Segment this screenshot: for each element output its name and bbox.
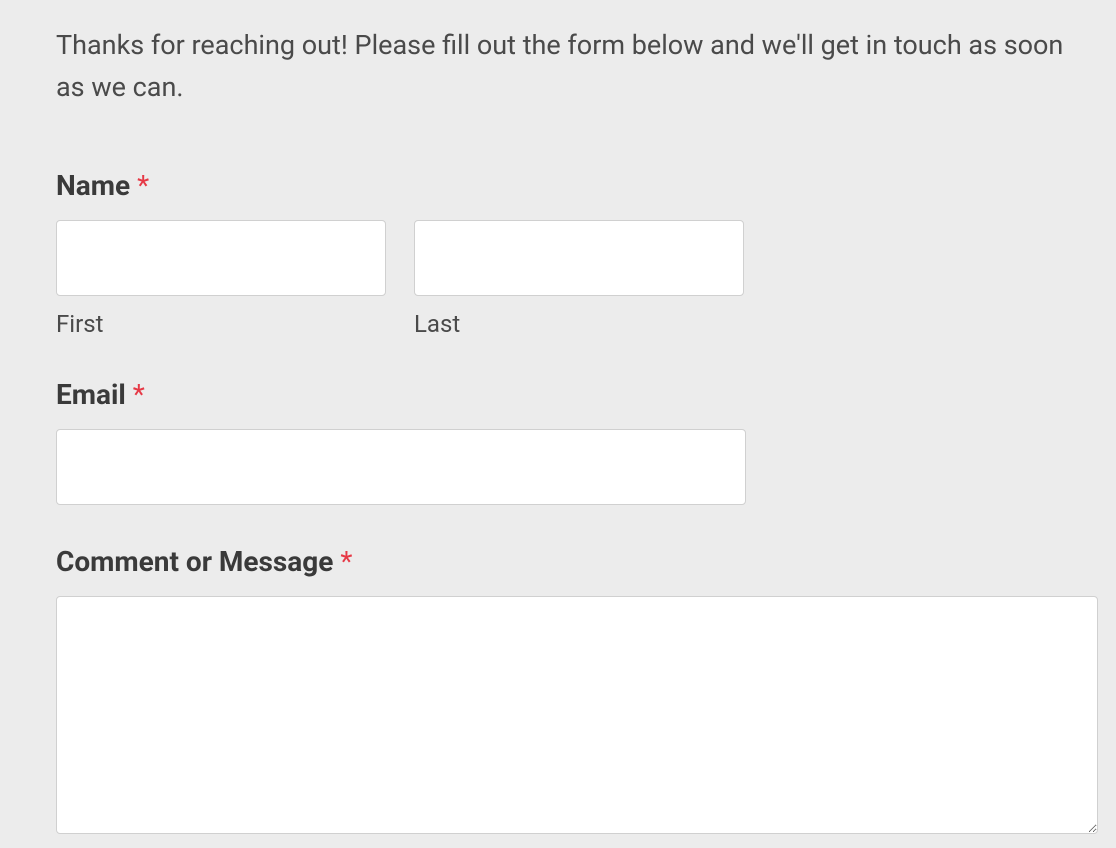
last-name-col: Last — [414, 220, 744, 338]
required-marker: * — [340, 545, 352, 578]
intro-text: Thanks for reaching out! Please fill out… — [56, 25, 1098, 109]
first-name-sublabel: First — [56, 310, 386, 338]
name-label-text: Name — [56, 169, 137, 202]
name-field-group: Name * First Last — [56, 169, 1098, 338]
email-label: Email * — [56, 378, 1098, 411]
message-label: Comment or Message * — [56, 545, 1098, 578]
name-row: First Last — [56, 220, 1098, 338]
name-label: Name * — [56, 169, 1098, 202]
last-name-input[interactable] — [414, 220, 744, 296]
email-label-text: Email — [56, 378, 133, 411]
message-textarea[interactable] — [56, 596, 1098, 834]
first-name-col: First — [56, 220, 386, 338]
first-name-input[interactable] — [56, 220, 386, 296]
message-label-text: Comment or Message — [56, 545, 340, 578]
last-name-sublabel: Last — [414, 310, 744, 338]
required-marker: * — [137, 169, 149, 202]
email-field-group: Email * — [56, 378, 1098, 505]
email-input[interactable] — [56, 429, 746, 505]
message-field-group: Comment or Message * — [56, 545, 1098, 838]
required-marker: * — [133, 378, 145, 411]
